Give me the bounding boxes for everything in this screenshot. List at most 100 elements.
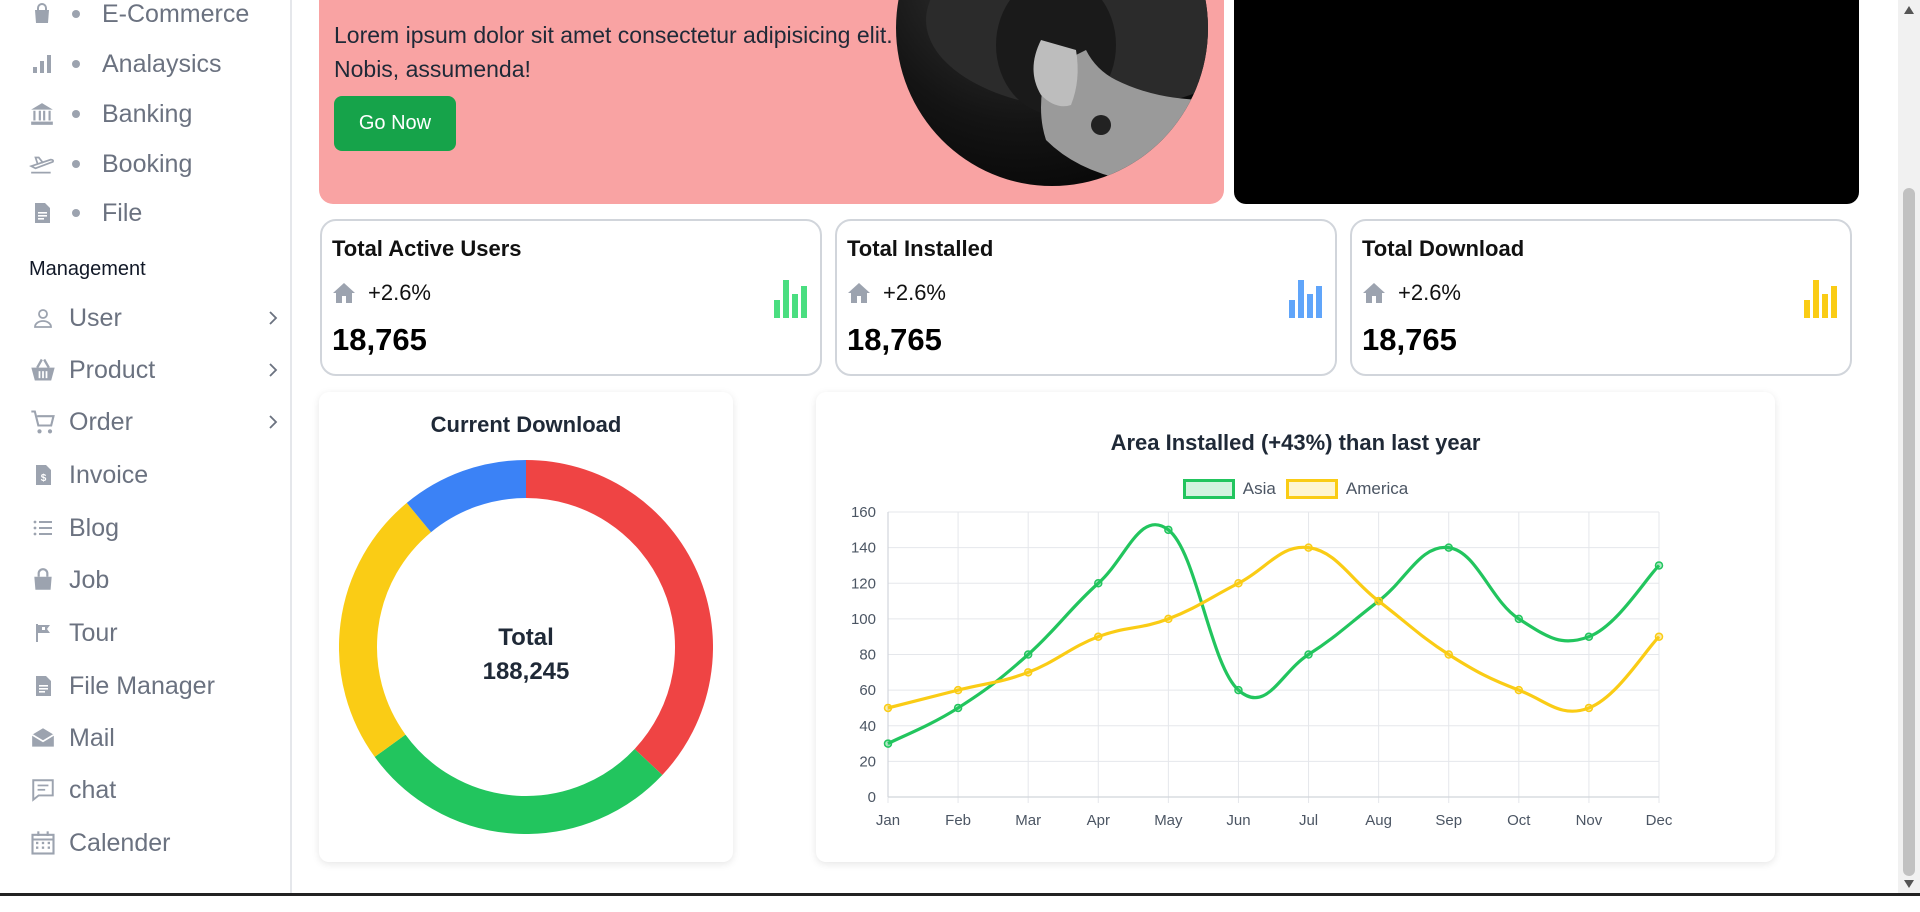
- bullet-dot: [72, 209, 80, 217]
- sidebar-item-label: Tour: [69, 618, 118, 647]
- data-point[interactable]: [953, 703, 963, 713]
- data-point[interactable]: [1164, 614, 1173, 624]
- data-point[interactable]: [883, 739, 893, 748]
- data-point[interactable]: [1234, 685, 1243, 695]
- sidebar-subitem-label: Analaysics: [102, 49, 222, 78]
- y-tick-label: 100: [851, 611, 876, 628]
- calendar-icon: [29, 829, 57, 857]
- stat-value: 18,765: [332, 322, 427, 357]
- bag-icon: [29, 1, 55, 27]
- bottom-edge: [0, 893, 1920, 912]
- data-point[interactable]: [1374, 596, 1383, 606]
- sidebar-subitem-banking[interactable]: Banking: [29, 94, 192, 134]
- x-tick-label: Dec: [1646, 812, 1673, 829]
- sidebar-item-label: File Manager: [69, 671, 215, 700]
- sidebar-item-label: Calender: [69, 828, 171, 857]
- sidebar-item-file-manager[interactable]: File Manager: [29, 666, 281, 706]
- sidebar-item-blog[interactable]: Blog: [29, 508, 281, 548]
- sidebar-item-label: Product: [69, 355, 156, 384]
- mini-bar-chart-icon: [1289, 278, 1323, 318]
- chat-icon: [29, 776, 57, 804]
- y-tick-label: 120: [851, 575, 876, 592]
- sidebar-subitem-file[interactable]: File: [29, 193, 142, 233]
- svg-text:$: $: [41, 473, 47, 484]
- banner-text: Lorem ipsum dolor sit amet consectetur a…: [334, 22, 893, 82]
- sidebar-item-mail[interactable]: Mail: [29, 718, 281, 758]
- sidebar-item-tour[interactable]: Tour: [29, 613, 281, 653]
- stat-change-value: +2.6%: [1398, 280, 1461, 305]
- data-point[interactable]: [1584, 632, 1594, 641]
- x-tick-label: Jun: [1226, 812, 1250, 829]
- chevron-right-icon[interactable]: [265, 310, 281, 326]
- sidebar-item-order[interactable]: Order: [29, 402, 281, 442]
- x-tick-label: Mar: [1015, 812, 1041, 829]
- data-point[interactable]: [1584, 703, 1594, 713]
- home-icon: [1362, 282, 1386, 304]
- x-tick-label: Nov: [1576, 812, 1603, 829]
- stat-card: Total Installed +2.6% 18,765: [835, 219, 1337, 376]
- sidebar-item-chat[interactable]: chat: [29, 770, 281, 810]
- stat-title: Total Active Users: [332, 236, 522, 261]
- data-point[interactable]: [1514, 614, 1524, 624]
- scroll-up-icon[interactable]: [1904, 6, 1914, 14]
- sidebar-subitem-analaysics[interactable]: Analaysics: [29, 44, 222, 84]
- home-icon: [847, 282, 871, 304]
- data-point[interactable]: [1654, 561, 1664, 570]
- data-point[interactable]: [1444, 650, 1453, 659]
- sidebar-subitem-booking[interactable]: Booking: [29, 144, 192, 184]
- sidebar-item-label: chat: [69, 775, 117, 804]
- banner-photo: [896, 0, 1208, 186]
- go-now-button[interactable]: Go Now: [334, 96, 456, 151]
- data-point[interactable]: [953, 685, 963, 695]
- bar-chart-icon: [29, 51, 55, 77]
- chevron-right-icon[interactable]: [265, 362, 281, 378]
- data-point[interactable]: [1234, 579, 1243, 588]
- donut-slice[interactable]: [525, 460, 713, 775]
- donut-slice[interactable]: [406, 460, 527, 533]
- x-tick-label: Feb: [945, 812, 971, 829]
- chevron-right-icon[interactable]: [265, 414, 281, 430]
- scroll-thumb[interactable]: [1903, 188, 1915, 876]
- data-point[interactable]: [1094, 632, 1103, 641]
- sidebar-item-calender[interactable]: Calender: [29, 823, 281, 863]
- stat-card: Total Active Users +2.6% 18,765: [320, 219, 822, 376]
- data-point[interactable]: [1304, 543, 1313, 552]
- data-point[interactable]: [1023, 668, 1033, 677]
- area-installed-card: Area Installed (+43%) than last year Asi…: [816, 392, 1775, 862]
- data-point[interactable]: [1444, 543, 1453, 552]
- sidebar-item-invoice[interactable]: $ Invoice: [29, 455, 281, 495]
- donut-slice[interactable]: [374, 734, 663, 834]
- sidebar-item-product[interactable]: Product: [29, 350, 281, 390]
- donut-center-label: Total: [498, 624, 554, 651]
- sidebar-item-label: Mail: [69, 723, 115, 752]
- data-point[interactable]: [883, 703, 893, 713]
- sidebar-subitem-label: E-Commerce: [102, 0, 250, 28]
- sidebar-item-job[interactable]: Job: [29, 560, 281, 600]
- sidebar-subitem-e-commerce[interactable]: E-Commerce: [29, 0, 249, 34]
- data-point[interactable]: [1514, 685, 1524, 695]
- data-point[interactable]: [1023, 650, 1033, 659]
- y-tick-label: 140: [851, 540, 876, 557]
- line-chart: 0 20 40 60 80 100 120 140 160 Jan Feb Mar Apr May Jun J…: [851, 504, 1673, 829]
- video-panel[interactable]: [1234, 0, 1859, 204]
- stat-title: Total Installed: [847, 236, 994, 261]
- data-point[interactable]: [1164, 525, 1173, 535]
- y-tick-label: 160: [851, 504, 876, 521]
- y-tick-label: 0: [868, 789, 876, 806]
- vertical-scrollbar[interactable]: [1898, 0, 1920, 893]
- donut-title: Current Download: [430, 412, 622, 437]
- x-tick-label: May: [1154, 812, 1183, 829]
- stat-change-value: +2.6%: [368, 280, 431, 305]
- data-point[interactable]: [1304, 650, 1313, 659]
- scroll-down-icon[interactable]: [1904, 880, 1914, 888]
- sidebar-item-user[interactable]: User: [29, 298, 281, 338]
- data-point[interactable]: [1094, 579, 1103, 588]
- invoice-icon: $: [29, 461, 57, 489]
- sidebar-item-label: Order: [69, 407, 133, 436]
- cart-icon: [29, 408, 57, 436]
- y-tick-label: 40: [859, 718, 876, 735]
- bullet-dot: [72, 160, 80, 168]
- mini-bar-chart-icon: [1804, 278, 1838, 318]
- user-icon: [29, 304, 57, 332]
- data-point[interactable]: [1654, 632, 1664, 641]
